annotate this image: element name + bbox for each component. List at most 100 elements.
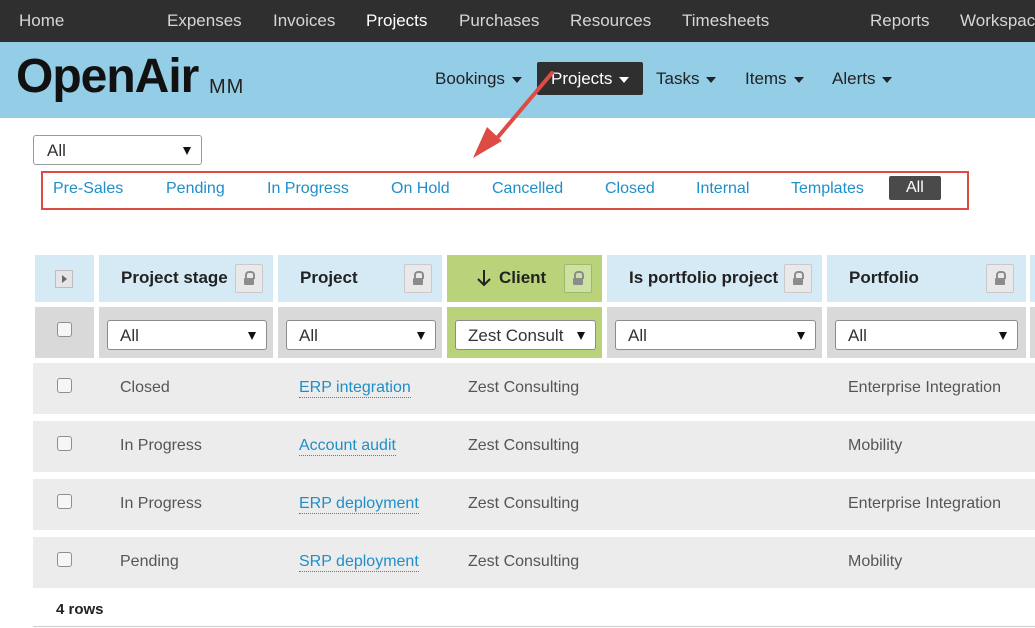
view-select[interactable]: All [33,135,202,165]
filter-cell-project: All [278,307,442,358]
lock-icon[interactable] [986,264,1014,293]
filter-cell-is-portfolio-project: All [607,307,822,358]
subnav-bookings[interactable]: Bookings [435,62,522,95]
cell-project-stage: In Progress [120,437,202,454]
top-nav-invoices[interactable]: Invoices [273,11,335,31]
filter-portfolio-select[interactable]: All [835,320,1018,350]
cell-client: Zest Consulting [468,437,580,454]
row-count: 4 rows [56,601,104,618]
column-header-label: Project stage [121,268,228,287]
column-header-portfolio[interactable]: Portfolio [827,255,1026,302]
cell-project-link[interactable]: SRP deployment [299,553,419,572]
stage-filter-on-hold[interactable]: On Hold [391,180,450,198]
column-header-label: Project [300,268,358,287]
cell-project-stage: Pending [120,553,179,570]
top-nav-workspaces[interactable]: Workspaces [960,11,1035,31]
cell-portfolio: Enterprise Integration [848,379,1001,396]
cell-project-stage: Closed [120,379,170,396]
caret-down-icon [706,76,717,83]
filter-is-portfolio-select[interactable]: All [615,320,816,350]
dropdown-arrow-icon [797,332,805,340]
subnav-tasks[interactable]: Tasks [656,62,717,95]
subnav-items-label: Items [745,69,787,88]
column-header-client[interactable]: Client [447,255,602,302]
cell-client: Zest Consulting [468,495,580,512]
filter-client-select[interactable]: Zest Consult [455,320,596,350]
filter-cell-overflow [1030,307,1035,358]
column-header-project-stage[interactable]: Project stage [99,255,273,302]
subnav-projects-label: Projects [551,69,613,88]
expand-arrow-icon[interactable] [55,270,73,288]
footer-divider [33,626,1035,627]
subnav-projects[interactable]: Projects [537,62,644,95]
row-checkbox[interactable] [57,494,72,509]
column-header-label: Portfolio [849,268,919,287]
cell-portfolio: Enterprise Integration [848,495,1001,512]
caret-down-icon [793,76,804,83]
filter-project-stage-select[interactable]: All [107,320,267,350]
stage-filter-all[interactable]: All [889,176,941,200]
lock-icon[interactable] [564,264,592,293]
caret-down-icon [511,76,522,83]
top-nav-resources[interactable]: Resources [570,11,651,31]
filter-value: All [628,326,647,345]
column-header-label: Is portfolio project [629,268,779,287]
row-checkbox[interactable] [57,436,72,451]
top-nav-expenses[interactable]: Expenses [167,11,242,31]
cell-client: Zest Consulting [468,379,580,396]
dropdown-arrow-icon [999,332,1007,340]
caret-down-icon [619,76,630,83]
table-row: Pending SRP deployment Zest Consulting M… [33,537,1035,588]
filter-cell-portfolio: All [827,307,1026,358]
stage-filter-pre-sales[interactable]: Pre-Sales [53,180,123,198]
logo-suffix: MM [209,76,245,98]
filter-select-all-cell [35,307,94,358]
top-nav: Home Expenses Invoices Projects Purchase… [0,0,1035,42]
stage-filter-internal[interactable]: Internal [696,180,749,198]
filter-cell-project-stage: All [99,307,273,358]
cell-project-link[interactable]: ERP deployment [299,495,419,514]
arrow-down-icon [477,270,491,287]
filter-project-select[interactable]: All [286,320,436,350]
row-checkbox[interactable] [57,378,72,393]
filter-value: All [299,326,318,345]
cell-project-link[interactable]: ERP integration [299,379,411,398]
lock-icon[interactable] [235,264,263,293]
top-nav-projects[interactable]: Projects [366,11,427,31]
column-header-is-portfolio-project[interactable]: Is portfolio project [607,255,822,302]
top-nav-purchases[interactable]: Purchases [459,11,539,31]
stage-filter-templates[interactable]: Templates [791,180,864,198]
subnav-alerts-label: Alerts [832,69,876,88]
filter-value: All [848,326,867,345]
top-nav-timesheets[interactable]: Timesheets [682,11,769,31]
top-nav-reports[interactable]: Reports [870,11,930,31]
table-row: Closed ERP integration Zest Consulting E… [33,363,1035,414]
row-checkbox[interactable] [57,552,72,567]
dropdown-arrow-icon [183,147,191,155]
column-header-label: Client [499,268,547,287]
lock-icon[interactable] [404,264,432,293]
view-select-value: All [47,141,66,160]
lock-icon[interactable] [784,264,812,293]
filter-cell-client: Zest Consult [447,307,602,358]
caret-down-icon [882,76,893,83]
subnav-tasks-label: Tasks [656,69,700,88]
column-header-overflow [1030,255,1035,302]
cell-project-link[interactable]: Account audit [299,437,396,456]
stage-filter-cancelled[interactable]: Cancelled [492,180,563,198]
filter-value: Zest Consult [468,326,564,345]
subnav-bookings-label: Bookings [435,69,505,88]
subnav-items[interactable]: Items [745,62,804,95]
select-all-checkbox[interactable] [57,322,72,337]
stage-filter-pending[interactable]: Pending [166,180,225,198]
top-nav-home[interactable]: Home [19,11,64,31]
app-header: OpenAir MM Bookings Projects Tasks Items… [0,42,1035,118]
dropdown-arrow-icon [577,332,585,340]
subnav-alerts[interactable]: Alerts [832,62,893,95]
table-row: In Progress Account audit Zest Consultin… [33,421,1035,472]
stage-filter-closed[interactable]: Closed [605,180,655,198]
logo[interactable]: OpenAir [16,49,199,104]
stage-filter-in-progress[interactable]: In Progress [267,180,349,198]
column-header-project[interactable]: Project [278,255,442,302]
filter-value: All [120,326,139,345]
